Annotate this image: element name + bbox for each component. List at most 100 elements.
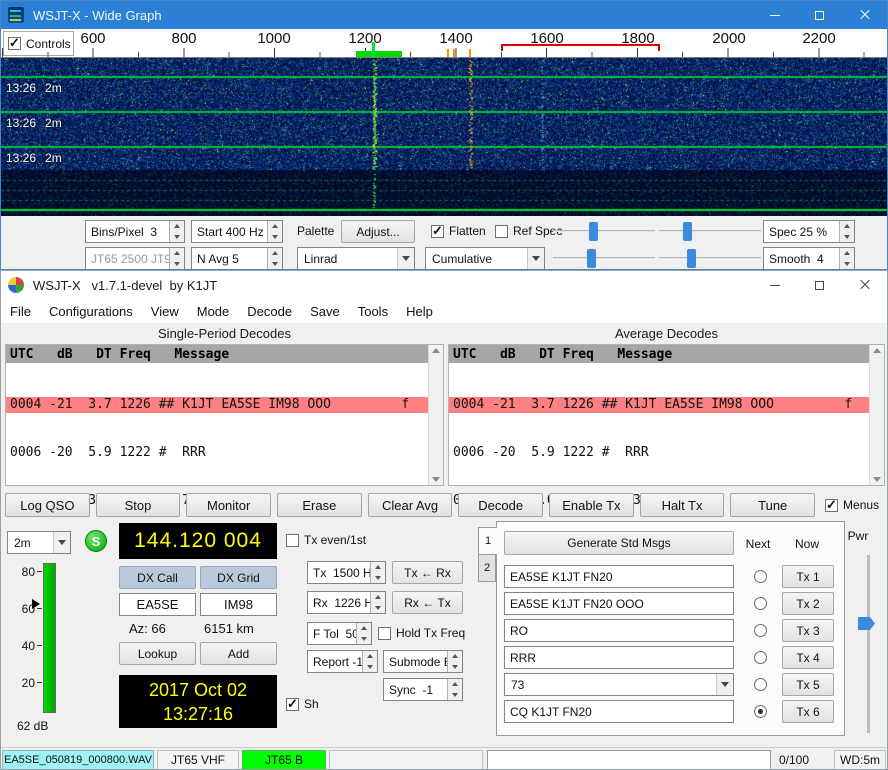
tx-message-field-6[interactable]: CQ K1JT FN20 bbox=[504, 700, 734, 723]
pwr-slider[interactable] bbox=[867, 555, 870, 733]
spin-down-icon[interactable] bbox=[840, 259, 854, 270]
main-titlebar[interactable]: WSJT-X v1.7.1-devel by K1JT bbox=[1, 271, 887, 299]
spin-up-icon[interactable] bbox=[363, 651, 377, 662]
scroll-up-icon[interactable] bbox=[432, 348, 440, 353]
tx-even-toggle[interactable]: Tx even/1st bbox=[286, 533, 366, 547]
clear-avg-button[interactable]: Clear Avg bbox=[368, 493, 453, 517]
palette-select[interactable]: Linrad bbox=[297, 247, 415, 270]
chevron-down-icon[interactable] bbox=[716, 674, 733, 695]
hold-tx-freq-toggle[interactable]: Hold Tx Freq bbox=[378, 626, 465, 640]
tab-2[interactable]: 2 bbox=[478, 554, 496, 582]
spin-up-icon[interactable] bbox=[170, 221, 184, 232]
smooth-spinner[interactable]: Smooth 4 bbox=[763, 247, 855, 270]
tab-1[interactable]: 1 bbox=[478, 527, 497, 555]
tx-2-button[interactable]: Tx 2 bbox=[782, 592, 834, 615]
spin-down-icon[interactable] bbox=[170, 232, 184, 243]
slider-handle[interactable] bbox=[687, 249, 696, 268]
spin-down-icon[interactable] bbox=[371, 603, 385, 614]
sync-spinner[interactable]: Sync -1 bbox=[383, 678, 463, 701]
add-button[interactable]: Add bbox=[200, 642, 277, 665]
decode-button[interactable]: Decode bbox=[458, 493, 543, 517]
slider-handle[interactable] bbox=[589, 222, 598, 241]
minimize-icon[interactable] bbox=[752, 271, 797, 299]
spin-down-icon[interactable] bbox=[371, 573, 385, 584]
next-radio-2[interactable] bbox=[754, 597, 767, 610]
flatten-toggle[interactable]: Flatten bbox=[431, 224, 486, 238]
palette-adjust-button[interactable]: Adjust... bbox=[341, 220, 415, 243]
tx-3-button[interactable]: Tx 3 bbox=[782, 619, 834, 642]
spin-up-icon[interactable] bbox=[840, 248, 854, 259]
slider-handle[interactable] bbox=[587, 249, 596, 268]
rx-from-tx-button[interactable]: Rx ← Tx bbox=[392, 591, 463, 614]
spin-up-icon[interactable] bbox=[268, 248, 282, 259]
waterfall-gain-slider[interactable] bbox=[553, 220, 655, 243]
decode-row[interactable]: 0004 -21 3.7 1226 ## K1JT EA5SE IM98 OOO… bbox=[6, 397, 428, 413]
spin-down-icon[interactable] bbox=[357, 634, 371, 645]
tx-from-rx-button[interactable]: Tx ← Rx bbox=[392, 561, 463, 584]
spin-down-icon[interactable] bbox=[448, 662, 462, 673]
chevron-down-icon[interactable] bbox=[527, 248, 544, 269]
menu-save[interactable]: Save bbox=[301, 304, 349, 319]
menu-help[interactable]: Help bbox=[397, 304, 442, 319]
stop-button[interactable]: Stop bbox=[96, 493, 181, 517]
scroll-down-icon[interactable] bbox=[432, 477, 440, 482]
next-radio-4[interactable] bbox=[754, 651, 767, 664]
tx-1-button[interactable]: Tx 1 bbox=[782, 565, 834, 588]
decode-row[interactable]: 0006 -20 5.9 1222 # RRR bbox=[6, 445, 428, 461]
report-spinner[interactable]: Report -15 bbox=[307, 650, 378, 673]
menus-toggle[interactable]: Menus bbox=[821, 493, 883, 517]
tx-freq-spinner[interactable]: Tx 1500 Hz bbox=[307, 561, 386, 584]
bins-pixel-spinner[interactable]: Bins/Pixel 3 bbox=[85, 220, 185, 243]
spectrum-zero-slider[interactable] bbox=[659, 247, 761, 270]
halt-tx-button[interactable]: Halt Tx bbox=[640, 493, 725, 517]
generate-std-msgs-button[interactable]: Generate Std Msgs bbox=[504, 531, 734, 555]
tx-5-button[interactable]: Tx 5 bbox=[782, 673, 834, 696]
tune-button[interactable]: Tune bbox=[730, 493, 815, 517]
wide-graph-titlebar[interactable]: WSJT-X - Wide Graph bbox=[1, 1, 887, 29]
sh-checkbox[interactable] bbox=[286, 698, 299, 711]
rx-freq-spinner[interactable]: Rx 1226 Hz bbox=[307, 591, 386, 614]
spin-up-icon[interactable] bbox=[371, 592, 385, 603]
spec-percent-spinner[interactable]: Spec 25 % bbox=[763, 220, 855, 243]
spectrum-mode-select[interactable]: Cumulative bbox=[425, 247, 545, 270]
menu-configurations[interactable]: Configurations bbox=[40, 304, 142, 319]
spin-up-icon[interactable] bbox=[268, 221, 282, 232]
monitor-button[interactable]: Monitor bbox=[186, 493, 271, 517]
tx-message-field-1[interactable]: EA5SE K1JT FN20 bbox=[504, 565, 734, 588]
log-qso-button[interactable]: Log QSO bbox=[5, 493, 90, 517]
menus-checkbox[interactable] bbox=[825, 499, 838, 512]
spin-up-icon[interactable] bbox=[357, 623, 371, 634]
spin-down-icon[interactable] bbox=[840, 232, 854, 243]
tx-message-field-4[interactable]: RRR bbox=[504, 646, 734, 669]
waterfall-canvas[interactable] bbox=[1, 58, 888, 216]
band-select[interactable]: 2m bbox=[7, 531, 71, 554]
start-freq-spinner[interactable]: Start 400 Hz bbox=[191, 220, 283, 243]
dx-grid-button[interactable]: DX Grid bbox=[200, 566, 277, 589]
tx-4-button[interactable]: Tx 4 bbox=[782, 646, 834, 669]
menu-view[interactable]: View bbox=[142, 304, 188, 319]
close-icon[interactable] bbox=[842, 1, 887, 29]
frequency-ruler[interactable]: Controls 600 800 1000 1200 1400 1600 180… bbox=[1, 29, 887, 58]
submode-spinner[interactable]: Submode B bbox=[383, 650, 463, 673]
maximize-icon[interactable] bbox=[797, 271, 842, 299]
scrollbar[interactable] bbox=[869, 345, 884, 485]
menu-decode[interactable]: Decode bbox=[238, 304, 301, 319]
spectrum-gain-slider[interactable] bbox=[553, 247, 655, 270]
menu-file[interactable]: File bbox=[1, 304, 40, 319]
pwr-slider-handle[interactable] bbox=[858, 617, 875, 630]
close-icon[interactable] bbox=[842, 271, 887, 299]
decode-row[interactable]: 0004 -21 3.7 1226 ## K1JT EA5SE IM98 OOO… bbox=[449, 397, 869, 413]
slider-handle[interactable] bbox=[683, 222, 692, 241]
scroll-down-icon[interactable] bbox=[873, 477, 881, 482]
dx-grid-field[interactable]: IM98 bbox=[200, 593, 277, 616]
tx-message-field-5[interactable]: 73 bbox=[504, 673, 734, 696]
tx-message-field-2[interactable]: EA5SE K1JT FN20 OOO bbox=[504, 592, 734, 615]
minimize-icon[interactable] bbox=[752, 1, 797, 29]
spin-down-icon[interactable] bbox=[268, 259, 282, 270]
scrollbar[interactable] bbox=[428, 345, 443, 485]
hold-tx-freq-checkbox[interactable] bbox=[378, 627, 391, 640]
next-radio-1[interactable] bbox=[754, 570, 767, 583]
waterfall-zero-slider[interactable] bbox=[659, 220, 761, 243]
maximize-icon[interactable] bbox=[797, 1, 842, 29]
dx-call-field[interactable]: EA5SE bbox=[119, 593, 196, 616]
